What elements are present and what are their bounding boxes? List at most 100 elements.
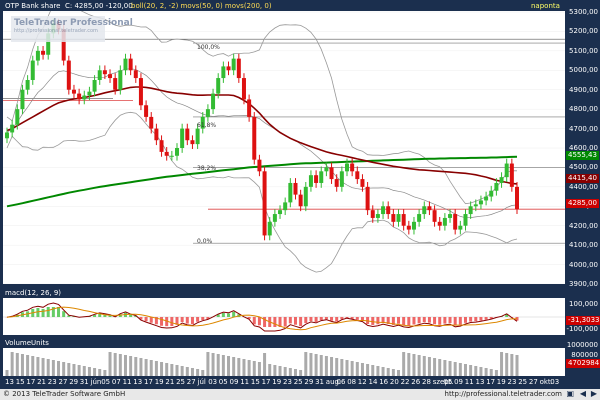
macd-bar (299, 317, 303, 327)
volume-bar (170, 364, 174, 376)
volume-bar (386, 368, 390, 376)
volume-bar (412, 354, 416, 376)
date-tick-label: júl (197, 378, 206, 386)
candle-body (262, 171, 267, 236)
macd-bar (422, 317, 426, 323)
volume-bar (510, 354, 514, 376)
volume-bar (242, 359, 246, 376)
footer-url[interactable]: http://professional.teletrader.com (445, 390, 562, 398)
candle-body (118, 70, 123, 90)
volume-bar (360, 363, 364, 376)
candle-body (437, 221, 442, 226)
date-tick-label: 13 (5, 378, 14, 386)
candle-body (123, 58, 128, 71)
candle-body (226, 66, 231, 71)
volume-bar (113, 353, 117, 376)
price-axis[interactable]: 5300,00 5200,00 5100,00 5000,00 4900,00 4800,… (566, 2, 600, 288)
date-tick-label: 22 (400, 378, 410, 386)
macd-tick-bottom: -100,000 (566, 325, 598, 333)
volume-bar (500, 352, 504, 376)
footer-bar: © 2013 TeleTrader Software GmbH http://p… (0, 389, 600, 400)
zoom-icon[interactable]: ▣ (566, 389, 574, 398)
volume-bar (371, 365, 375, 376)
macd-bar (371, 317, 375, 325)
macd-bar (469, 317, 473, 322)
candle-body (319, 171, 324, 183)
candle-body (448, 214, 453, 218)
macd-bar (474, 317, 478, 322)
candle-body (427, 206, 432, 211)
volume-bar (196, 369, 200, 376)
volume-panel[interactable]: VolumeUnits (3, 339, 565, 376)
macd-bar (273, 317, 277, 327)
volume-bar (489, 369, 493, 376)
candle-body (272, 214, 277, 222)
volume-bar (474, 366, 478, 376)
scroll-right-icon[interactable]: ▶ (591, 389, 597, 398)
candle-body (375, 214, 380, 218)
candle-body (345, 163, 349, 172)
candle-body (71, 89, 76, 94)
macd-bar (479, 317, 483, 321)
volume-bar (252, 361, 256, 376)
date-tick-label: 15 (250, 378, 260, 386)
date-axis[interactable]: 13 15 17 21 23 27 29 31 jún 05 07 11 13 17 19 21 25 27 júl… (3, 377, 565, 389)
candle-body (35, 50, 40, 61)
macd-bar (57, 307, 61, 317)
volume-bar (463, 364, 467, 376)
candle-body (329, 167, 334, 180)
macd-bar (62, 311, 66, 317)
date-tick-label: 14 (368, 378, 378, 386)
volume-bar (407, 353, 411, 376)
candle-body (468, 206, 473, 215)
volume-bars (5, 352, 519, 376)
volume-tick-mid: 800000 (571, 351, 598, 359)
candle-body (411, 221, 416, 230)
volume-bar (494, 370, 498, 376)
volume-bar (232, 357, 236, 376)
watermark-url: http://professional.teletrader.com (14, 28, 98, 34)
candle-body (195, 128, 200, 145)
candle-body (159, 140, 164, 152)
macd-bar (149, 317, 153, 323)
candle-body (30, 60, 35, 80)
volume-bar (216, 354, 220, 376)
date-tick-label: 25 (176, 378, 186, 386)
candle-body (77, 93, 82, 100)
volume-bar (57, 361, 61, 376)
macd-bar (314, 317, 318, 322)
date-tick-label: 23 (283, 378, 292, 386)
macd-bar (433, 317, 437, 325)
candle-body (82, 95, 87, 100)
volume-bar (123, 355, 127, 376)
candle-body (283, 202, 288, 211)
candle-body (365, 186, 370, 211)
date-tick-label: 20 (389, 378, 399, 386)
volume-bar (417, 355, 421, 376)
volume-bar (293, 369, 297, 376)
candle-body (515, 186, 519, 210)
candle-body (66, 60, 71, 90)
macd-bar (232, 311, 236, 317)
price-chart (3, 2, 565, 284)
macd-panel[interactable]: macd(12, 26, 9) (3, 289, 565, 335)
candle-body (463, 214, 468, 226)
macd-bar (288, 317, 292, 324)
macd-bar (463, 317, 467, 323)
candle-body (257, 159, 262, 172)
last-price-badge: 4285,00 (566, 199, 599, 208)
volume-bar (402, 352, 406, 376)
candle-body (97, 70, 102, 80)
period-label[interactable]: napontа (531, 2, 560, 11)
price-panel[interactable]: OTP Bank share C: 4285,00 -120,00 boll(2… (3, 2, 565, 284)
date-tick-label: 08 (347, 378, 357, 386)
price-tick-label: 5100,00 (569, 46, 598, 55)
scroll-left-icon[interactable]: ◀ (580, 389, 586, 398)
date-tick-label: 17 (26, 378, 36, 386)
volume-bar (180, 366, 184, 376)
volume-bar (77, 365, 81, 376)
date-tick-label: 23 (507, 378, 517, 386)
volume-bar (72, 364, 76, 376)
price-tick-label: 3900,00 (569, 280, 598, 288)
macd-bar (170, 317, 174, 327)
